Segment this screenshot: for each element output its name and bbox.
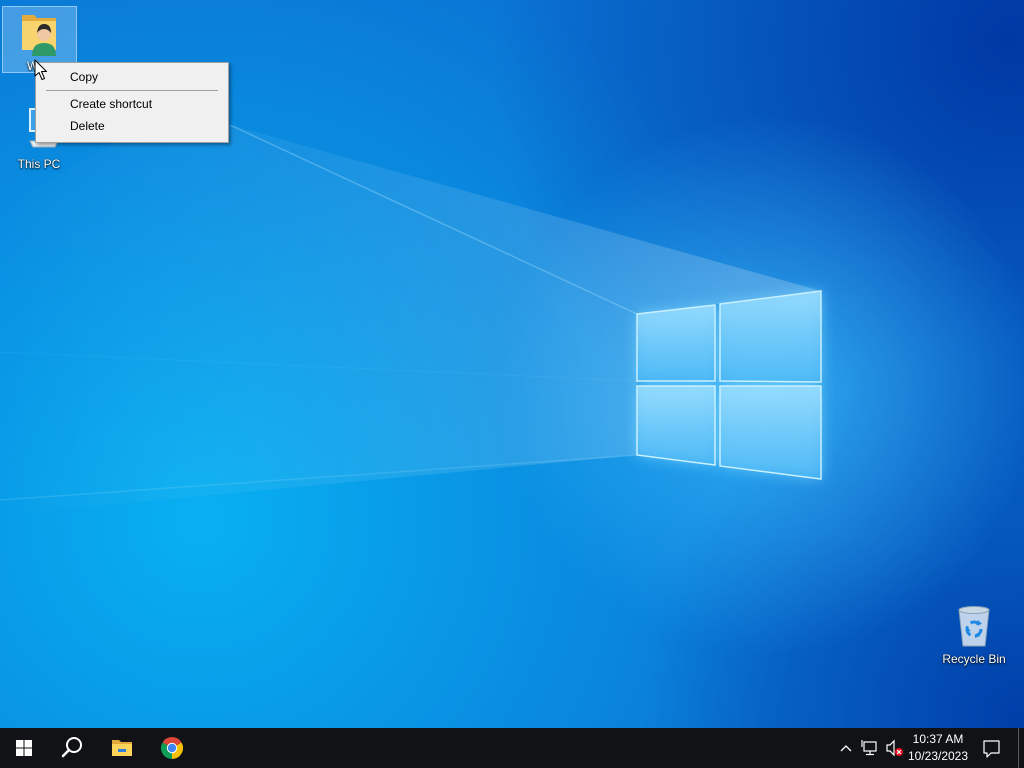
chevron-up-icon	[840, 745, 852, 752]
windows-start-icon	[16, 740, 32, 756]
volume-muted-icon	[886, 739, 903, 757]
taskbar: 10:37 AM 10/23/2023	[0, 728, 1024, 768]
clock-time: 10:37 AM	[912, 732, 964, 746]
recycle-bin-icon	[958, 606, 990, 647]
desktop-icon-label: This PC	[17, 157, 61, 171]
menu-item-copy[interactable]: Copy	[36, 66, 228, 88]
taskbar-clock[interactable]: 10:37 AM 10/23/2023	[904, 728, 972, 768]
search-button[interactable]	[48, 728, 96, 768]
desktop-icon-label: Recycle Bin	[942, 652, 1006, 666]
start-button[interactable]	[0, 728, 48, 768]
search-icon	[61, 737, 82, 758]
volume-button[interactable]	[884, 728, 906, 768]
file-explorer-button[interactable]	[98, 728, 146, 768]
menu-separator	[46, 90, 218, 91]
action-center-button[interactable]	[976, 728, 1006, 768]
desktop-icon-recycle-bin[interactable]: Recycle Bin	[938, 598, 1010, 670]
chrome-button[interactable]	[148, 728, 196, 768]
chrome-icon	[160, 736, 184, 759]
menu-item-create-shortcut[interactable]: Create shortcut	[36, 93, 228, 115]
notification-icon	[983, 740, 1000, 758]
file-explorer-icon	[112, 740, 132, 756]
user-folder-icon	[22, 15, 56, 56]
network-icon	[861, 740, 877, 756]
show-desktop-button[interactable]	[1018, 728, 1024, 768]
mouse-cursor-icon	[34, 59, 47, 80]
network-button[interactable]	[860, 728, 880, 768]
menu-item-delete[interactable]: Delete	[36, 115, 228, 137]
clock-date: 10/23/2023	[907, 749, 969, 763]
context-menu: Copy Create shortcut Delete	[35, 62, 229, 143]
show-hidden-icons-button[interactable]	[836, 728, 856, 768]
